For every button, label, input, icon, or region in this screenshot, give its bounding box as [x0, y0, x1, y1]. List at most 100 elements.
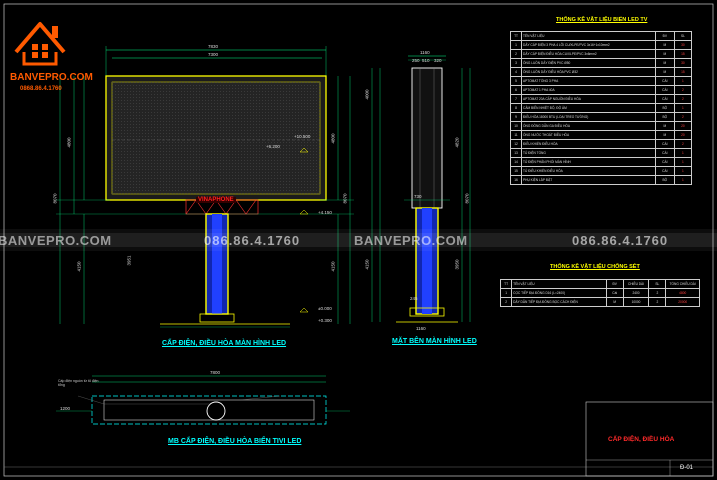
vinaphone-sign: VINAPHONE	[196, 197, 236, 203]
bom-cell: CÁI	[654, 76, 675, 86]
lightning-header-cell: SL	[648, 279, 667, 289]
bom-row: 8 CẢM BIẾN NHIỆT ĐỘ, ĐỘ ẨM BỘ 1	[509, 103, 693, 113]
bom-cell: 3	[509, 58, 523, 68]
level-base: ±0.000	[318, 306, 332, 311]
lightning-cell: M	[605, 297, 624, 307]
level-top: +10.500	[294, 134, 311, 139]
bom-cell: 1	[673, 103, 693, 113]
bom-cell: 2	[673, 112, 693, 122]
bom-cell: ỐNG ĐỒNG DẪN GA ĐIỀU HÒA	[521, 121, 656, 131]
bom-cell: M	[654, 58, 675, 68]
bom-cell: BỘ	[654, 103, 675, 113]
bom-row: 7 APTOMAT 20A CẤP NGUỒN ĐIỀU HÒA CÁI 2	[509, 94, 693, 104]
dim-side-width: 1160	[420, 50, 430, 55]
sheet-code: Đ-01	[680, 465, 694, 471]
bom-row: 9 ĐIỀU HÒA 18000 BTU (LOẠI TREO TƯỜNG) BỘ 2	[509, 112, 693, 122]
bom-cell: CÁI	[654, 157, 675, 167]
bom-cell: 7	[509, 94, 523, 104]
watermark-site-right: BANVEPRO.COM	[354, 233, 468, 248]
bom-cell: 2	[509, 49, 523, 59]
lightning-cell: 2400	[622, 288, 650, 298]
bom-cell: 8	[509, 103, 523, 113]
caption-side-elevation: MẶT BÊN MÀN HÌNH LED	[392, 338, 477, 345]
watermark-phone-left: 086.86.4.1760	[204, 233, 301, 248]
bom-cell: 1	[673, 157, 693, 167]
bom-cell: TỦ ĐIỆN PHÂN PHỐI MÀN HÌNH	[521, 157, 656, 167]
side-dim-3: 8070	[464, 193, 470, 204]
bom-cell: ĐIỀU KHIỂN ĐIỀU HÒA	[521, 139, 656, 149]
bom-cell: PHỤ KIỆN LẮP ĐẶT	[521, 175, 656, 185]
bom-cell: M	[654, 49, 675, 59]
side-elevation	[371, 55, 471, 323]
bom-cell: BỘ	[654, 112, 675, 122]
bom-cell: 11	[509, 130, 523, 140]
bom-cell: APTOMAT 20A CẤP NGUỒN ĐIỀU HÒA	[521, 94, 656, 104]
bom-cell: CÁI	[654, 94, 675, 104]
bom-cell: 2	[673, 139, 693, 149]
lightning-cell: 1	[499, 288, 513, 298]
bom-cell: 1	[673, 166, 693, 176]
bom-row: 15 TỦ ĐIỀU KHIỂN ĐIỀU HÒA CÁI 1	[509, 166, 693, 176]
dim-h-screen: 4800	[66, 137, 72, 148]
bom-header-row: TT TÊN VẬT LIỆU ĐV SL	[509, 31, 693, 41]
bom-cell: 16	[509, 175, 523, 185]
bom-cell: 9	[509, 112, 523, 122]
bom-row: 11 ỐNG NƯỚC THOÁT ĐIỀU HÒA M 20	[509, 130, 693, 140]
bom-cell: 1	[673, 175, 693, 185]
watermark-site-left: BANVEPRO.COM	[0, 233, 112, 248]
bom-cell: 1	[673, 148, 693, 158]
bom-cell: 1	[509, 40, 523, 50]
dim-h-total: 8070	[52, 193, 58, 204]
bom-cell: 10	[509, 121, 523, 131]
dim-h-base: 3951	[126, 255, 132, 266]
bom-cell: CẢM BIẾN NHIỆT ĐỘ, ĐỘ ẨM	[521, 103, 656, 113]
lightning-table: TT TÊN VẬT LIỆU ĐV CHIỀU DÀI SL TỔNG CHIỀU DÀ…	[499, 279, 700, 307]
side-dim-5: 4150	[364, 259, 370, 270]
lightning-cell: CỌC TIẾP ĐỊA ĐỒNG D16 (L=2400)	[511, 288, 607, 298]
side-dim-bottom-1: 730	[414, 194, 422, 199]
bom-row: 1 DÂY CÁP ĐIỆN 3 PHA 4 LÕI CU/XLPE/PVC 3x…	[509, 40, 693, 50]
bom-cell: TỦ ĐIỆN TỔNG	[521, 148, 656, 158]
bom-cell: TỦ ĐIỀU KHIỂN ĐIỀU HÒA	[521, 166, 656, 176]
bom-cell: ỐNG NƯỚC THOÁT ĐIỀU HÒA	[521, 130, 656, 140]
bom-row: 5 APTOMAT TỔNG 3 PHA CÁI 1	[509, 76, 693, 86]
lightning-header-row: TT TÊN VẬT LIỆU ĐV CHIỀU DÀI SL TỔNG CHIỀU DÀ…	[499, 279, 700, 289]
lightning-header-cell: TỔNG CHIỀU DÀI	[665, 279, 700, 289]
bom-cell: 13	[509, 148, 523, 158]
bom-cell: CÁI	[654, 148, 675, 158]
bom-table-title: THỐNG KÊ VẬT LIỆU BIỂN LED TV	[556, 17, 648, 23]
bom-row: 14 TỦ ĐIỆN PHÂN PHỐI MÀN HÌNH CÁI 1	[509, 157, 693, 167]
dim-side-sub-1: 250	[412, 58, 420, 63]
dim-right-pole: 4150	[330, 261, 336, 272]
side-dim-2: 4820	[454, 137, 460, 148]
bom-header-cell: TT	[509, 31, 523, 41]
bom-row: 2 DÂY CÁP ĐIỆN ĐIỀU HÒA CU/XLPE/PVC 3x6mm…	[509, 49, 693, 59]
side-dim-width-2: 1160	[416, 326, 426, 331]
bom-cell: 6	[509, 85, 523, 95]
lightning-header-cell: ĐV	[605, 279, 624, 289]
bom-cell: M	[654, 67, 675, 77]
caption-plan: MB CẤP ĐIỆN, ĐIỀU HÒA BIỂN TIVI LED	[168, 438, 302, 445]
lightning-cell: 2	[499, 297, 513, 307]
bom-row: 16 PHỤ KIỆN LẮP ĐẶT BỘ 1	[509, 175, 693, 185]
watermark-phone-right: 086.86.4.1760	[572, 233, 669, 248]
lightning-cell: 4800	[665, 288, 700, 298]
bom-header-cell: ĐV	[654, 31, 675, 41]
bom-cell: 15	[673, 67, 693, 77]
logo-phone: 0868.86.4.1760	[20, 86, 62, 92]
lightning-row: 2 DÂY DẪN TIẾP ĐỊA ĐỒNG BỌC CÁCH ĐIỆN M 100…	[499, 297, 700, 307]
dim-h-pole: 4150	[76, 261, 82, 272]
lightning-header-cell: TT	[499, 279, 513, 289]
bom-cell: 4	[509, 67, 523, 77]
bom-cell: DÂY CÁP ĐIỆN 3 PHA 4 LÕI CU/XLPE/PVC 3x1…	[521, 40, 656, 50]
lightning-cell: 2	[648, 288, 667, 298]
side-dim-1: 4000	[364, 89, 370, 100]
bom-cell: APTOMAT TỔNG 3 PHA	[521, 76, 656, 86]
bom-cell: CÁI	[654, 139, 675, 149]
bom-cell: APTOMAT 1 PHA 40A	[521, 85, 656, 95]
plan-note: Cấp điện nguồn từ tủ điện tổng	[58, 379, 99, 387]
bom-cell: 20	[673, 130, 693, 140]
bom-cell: 2	[673, 85, 693, 95]
bom-cell: CÁI	[654, 85, 675, 95]
bom-row: 3 ỐNG LUỒN DÂY ĐIỆN PVC Ø50 M 30	[509, 58, 693, 68]
